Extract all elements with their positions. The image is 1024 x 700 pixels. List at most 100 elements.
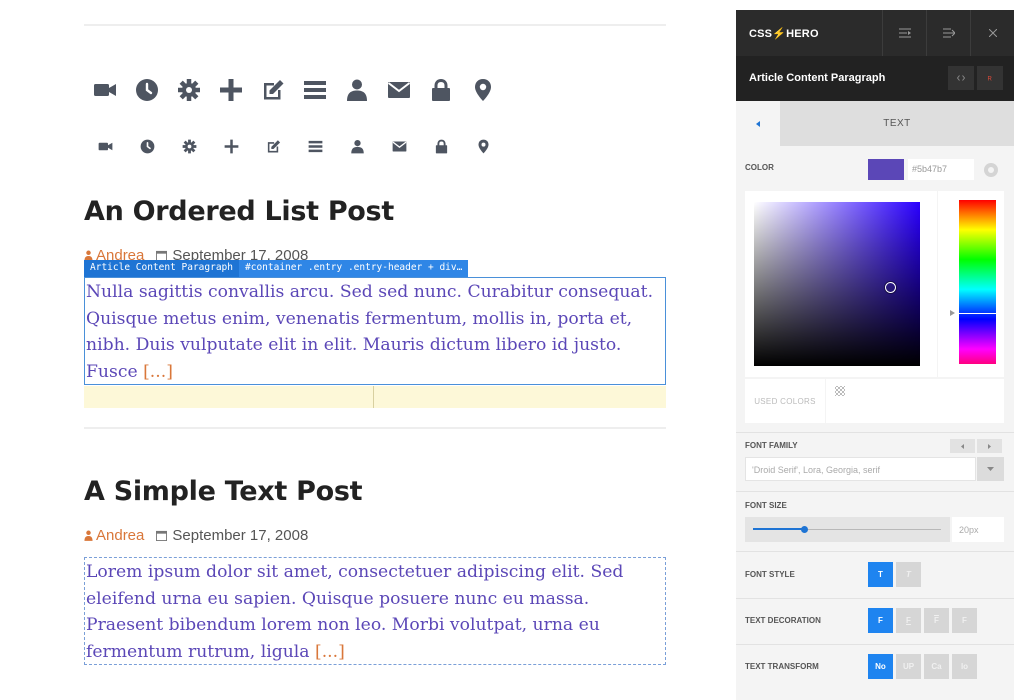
text-decoration-none-button[interactable]: F — [868, 608, 893, 633]
text-decoration-strikethrough-button[interactable]: F — [952, 608, 977, 633]
hue-arrow-icon — [950, 310, 955, 317]
author-link[interactable]: Andrea — [96, 527, 144, 544]
article-content-paragraph[interactable]: Nulla sagittis convallis arcu. Sed sed n… — [84, 277, 666, 385]
element-header: Article Content Paragraph R — [736, 56, 1014, 101]
code-view-button[interactable] — [948, 66, 974, 90]
used-colors-label: USED COLORS — [745, 379, 825, 423]
map-marker-icon — [462, 131, 504, 161]
saturation-brightness-field[interactable] — [754, 202, 920, 366]
panel-toolbar: CSS⚡HERO — [736, 10, 1014, 56]
panel-tabs: TEXT — [736, 101, 1014, 146]
author-icon — [84, 530, 93, 541]
hue-picker — [938, 191, 1004, 377]
text-transform-lowercase-button[interactable]: lo — [952, 654, 977, 679]
color-hex-input[interactable]: #5b47b7 — [908, 159, 974, 180]
post-divider — [84, 427, 666, 429]
font-family-prev-button[interactable] — [950, 439, 975, 453]
back-button[interactable] — [736, 101, 780, 146]
post-title[interactable]: An Ordered List Post — [84, 196, 394, 227]
plus-icon — [210, 70, 252, 110]
font-size-label: FONT SIZE — [745, 501, 787, 510]
divider — [736, 644, 1014, 645]
text-transform-label: TEXT TRANSFORM — [745, 662, 819, 671]
text-transform-uppercase-button[interactable]: UP — [896, 654, 921, 679]
collapse-panel-button[interactable] — [882, 10, 926, 56]
hue-slider[interactable] — [959, 200, 996, 364]
font-family-dropdown-button[interactable] — [977, 457, 1004, 481]
close-panel-button[interactable] — [970, 10, 1014, 56]
highlight-divider — [373, 386, 374, 408]
css-hero-logo: CSS⚡HERO — [749, 28, 819, 40]
padding-highlight — [84, 386, 666, 408]
panel-collapse-icon — [898, 28, 911, 38]
divider — [736, 491, 1014, 492]
read-more-link[interactable]: [...] — [315, 642, 345, 662]
map-marker-icon — [462, 70, 504, 110]
css-hero-panel: CSS⚡HERO Article Content Paragraph R TEX… — [736, 10, 1014, 700]
used-colors-list — [826, 379, 1004, 423]
post-title[interactable]: A Simple Text Post — [84, 476, 363, 507]
icon-row-large — [84, 70, 504, 110]
chevron-down-icon — [987, 467, 994, 471]
slider-thumb[interactable] — [800, 526, 808, 533]
font-style-italic-button[interactable]: T — [896, 562, 921, 587]
gear-icon — [168, 70, 210, 110]
font-family-label: FONT FAMILY — [745, 441, 798, 450]
text-decoration-label: TEXT DECORATION — [745, 616, 821, 625]
color-picker-cursor[interactable] — [885, 282, 897, 294]
text-decoration-overline-button[interactable]: F — [924, 608, 949, 633]
svg-text:R: R — [988, 77, 993, 82]
read-more-link[interactable]: [...] — [143, 362, 173, 382]
reset-icon: R — [988, 77, 993, 82]
font-style-normal-button[interactable]: T — [868, 562, 893, 587]
envelope-icon — [378, 131, 420, 161]
color-label: COLOR — [745, 163, 774, 172]
lock-icon — [420, 131, 462, 161]
export-button[interactable] — [926, 10, 970, 56]
hue-slider-handle[interactable] — [959, 313, 996, 315]
gear-icon — [168, 131, 210, 161]
lock-icon — [420, 70, 462, 110]
chevron-left-icon — [756, 120, 760, 127]
transparent-color-swatch[interactable] — [835, 386, 845, 396]
video-camera-icon — [84, 131, 126, 161]
divider — [736, 432, 1014, 433]
divider — [736, 551, 1014, 552]
top-divider — [84, 24, 666, 26]
text-transform-capitalize-button[interactable]: Ca — [924, 654, 949, 679]
post-excerpt: Lorem ipsum dolor sit amet, consectetuer… — [86, 562, 624, 662]
envelope-icon — [378, 70, 420, 110]
color-swatch[interactable] — [868, 159, 904, 180]
selection-label: Article Content Paragraph #container .en… — [84, 260, 469, 277]
plus-icon — [210, 131, 252, 161]
font-family-input[interactable]: 'Droid Serif', Lora, Georgia, serif — [745, 457, 976, 481]
list-icon — [294, 131, 336, 161]
post-date: September 17, 2008 — [172, 527, 309, 544]
clock-icon — [126, 131, 168, 161]
text-transform-none-button[interactable]: No — [868, 654, 893, 679]
font-size-input[interactable]: 20px — [952, 517, 1004, 542]
font-style-label: FONT STYLE — [745, 570, 795, 579]
edit-icon — [252, 131, 294, 161]
code-icon — [957, 75, 965, 81]
close-icon — [988, 29, 997, 37]
post-meta: Andrea September 17, 2008 — [84, 527, 308, 544]
divider — [736, 598, 1014, 599]
selection-selector: #container .entry .entry-header + div… — [239, 260, 469, 277]
reset-button[interactable]: R — [977, 66, 1003, 90]
list-icon — [294, 70, 336, 110]
user-icon — [336, 131, 378, 161]
tab-text[interactable]: TEXT — [780, 101, 1014, 146]
color-reset-icon — [988, 167, 994, 173]
font-size-slider[interactable] — [745, 517, 950, 542]
article-content-paragraph[interactable]: Lorem ipsum dolor sit amet, consectetuer… — [84, 557, 666, 665]
color-picker — [745, 191, 937, 377]
text-decoration-underline-button[interactable]: F — [896, 608, 921, 633]
edit-icon — [252, 70, 294, 110]
user-icon — [336, 70, 378, 110]
element-title: Article Content Paragraph — [749, 72, 886, 84]
color-reset-button[interactable] — [984, 163, 998, 177]
chevron-right-icon — [988, 443, 991, 449]
calendar-icon — [156, 530, 168, 541]
font-family-next-button[interactable] — [977, 439, 1002, 453]
